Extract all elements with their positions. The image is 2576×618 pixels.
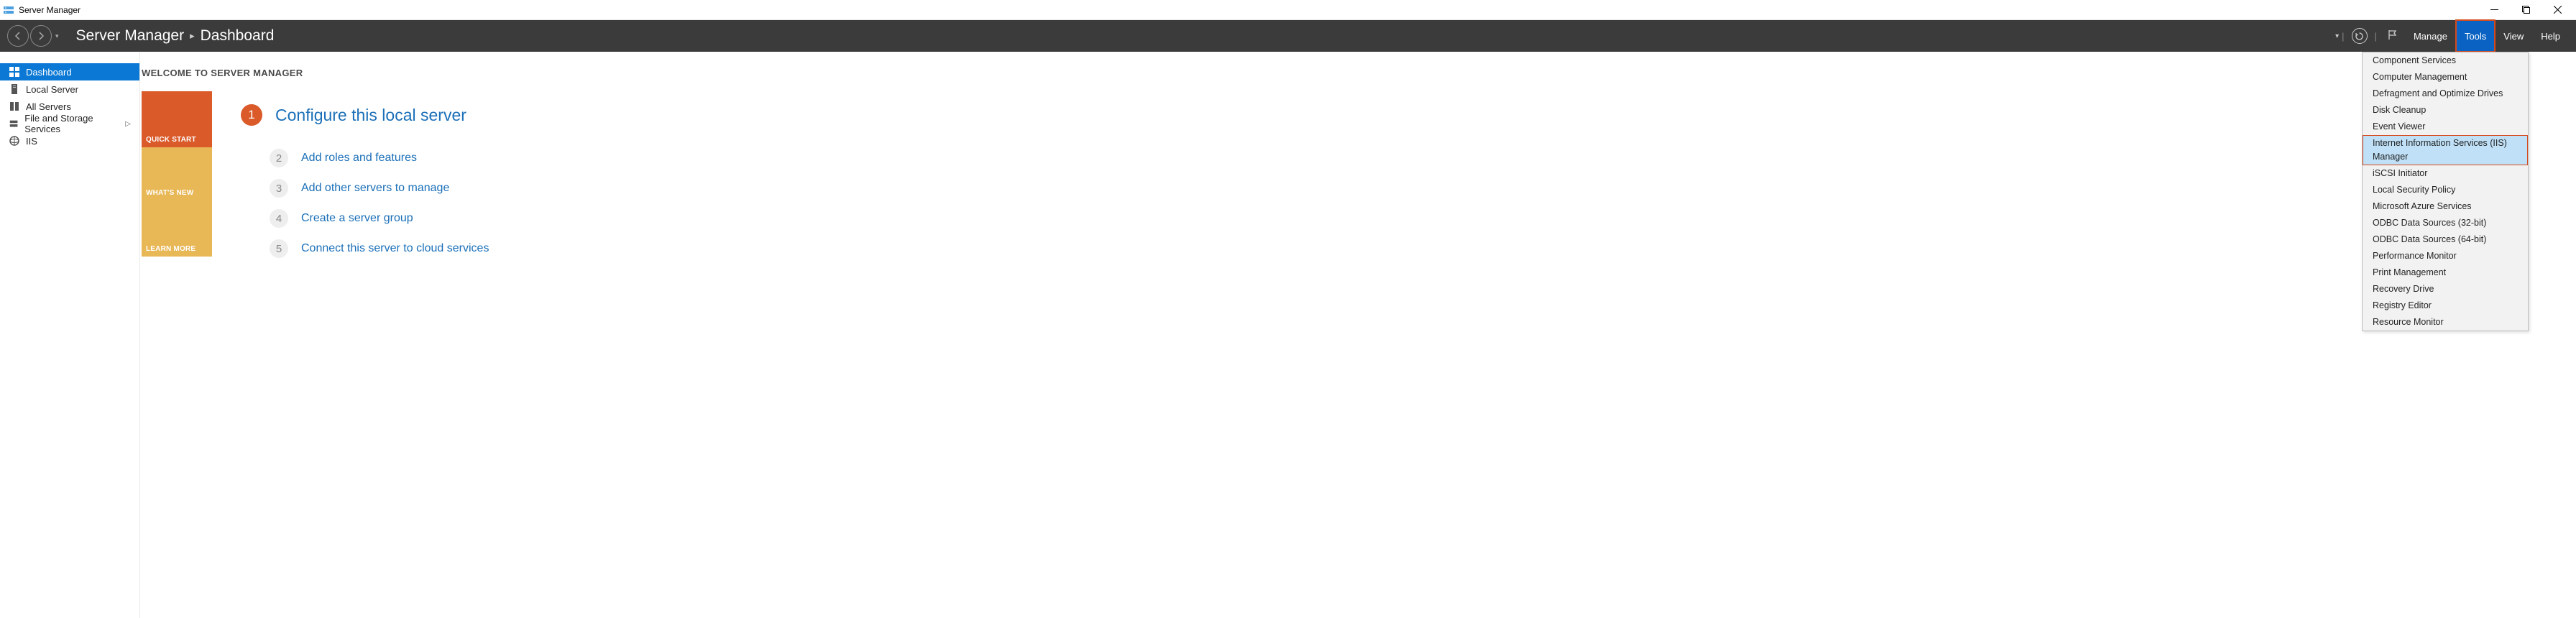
tools-dropdown-menu: Component ServicesComputer ManagementDef… xyxy=(2362,52,2529,331)
main-content: WELCOME TO SERVER MANAGER QUICK START WH… xyxy=(140,52,2576,618)
quick-start-card: QUICK START WHAT'S NEW LEARN MORE 1 Conf… xyxy=(142,91,2576,282)
maximize-button[interactable] xyxy=(2510,0,2542,20)
step-cloud-services[interactable]: 5 Connect this server to cloud services xyxy=(241,239,2547,258)
step-number: 1 xyxy=(241,104,262,126)
sidebar-item-dashboard[interactable]: Dashboard xyxy=(0,63,139,80)
step-number: 3 xyxy=(270,179,288,198)
step-server-group[interactable]: 4 Create a server group xyxy=(241,209,2547,228)
refresh-icon xyxy=(2352,28,2368,44)
window-title: Server Manager xyxy=(19,5,2478,15)
tools-menu-item[interactable]: Computer Management xyxy=(2363,69,2528,86)
forward-button[interactable] xyxy=(30,25,52,47)
tools-menu-item[interactable]: Internet Information Services (IIS) Mana… xyxy=(2363,135,2528,165)
window-controls xyxy=(2478,0,2573,20)
nav-dropdown-icon[interactable]: ▾ xyxy=(55,32,59,40)
help-menu[interactable]: Help xyxy=(2532,20,2569,52)
back-button[interactable] xyxy=(7,25,29,47)
step-text: Add other servers to manage xyxy=(301,182,449,195)
tools-menu-button[interactable]: Tools xyxy=(2456,20,2495,52)
tools-menu-item[interactable]: Disk Cleanup xyxy=(2363,102,2528,119)
step-add-roles[interactable]: 2 Add roles and features xyxy=(241,149,2547,167)
nav-arrows: ▾ xyxy=(7,25,59,47)
manage-menu[interactable]: Manage xyxy=(2405,20,2456,52)
expand-icon: ▷ xyxy=(125,120,131,128)
server-icon xyxy=(9,83,20,95)
tools-menu-item[interactable]: Print Management xyxy=(2363,264,2528,281)
tile-learn-more[interactable]: LEARN MORE xyxy=(142,200,212,257)
step-add-servers[interactable]: 3 Add other servers to manage xyxy=(241,179,2547,198)
tile-column: QUICK START WHAT'S NEW LEARN MORE xyxy=(142,91,212,282)
breadcrumb: Server Manager ▸ Dashboard xyxy=(76,27,275,45)
breadcrumb-root[interactable]: Server Manager xyxy=(76,27,185,45)
dashboard-icon xyxy=(9,66,20,78)
tools-menu-item[interactable]: Resource Monitor xyxy=(2363,314,2528,331)
breadcrumb-separator-icon: ▸ xyxy=(190,30,195,42)
server-manager-icon xyxy=(3,4,14,16)
sidebar-item-label: Local Server xyxy=(26,84,78,95)
tools-menu-item[interactable]: ODBC Data Sources (64-bit) xyxy=(2363,231,2528,248)
flag-icon xyxy=(2387,29,2398,42)
notifications-button[interactable] xyxy=(2380,20,2405,52)
tools-menu-item[interactable]: Local Security Policy xyxy=(2363,182,2528,198)
step-configure-server[interactable]: 1 Configure this local server xyxy=(241,104,2547,126)
header-separator: | xyxy=(2339,31,2347,42)
step-text: Configure this local server xyxy=(275,106,466,125)
step-text: Add roles and features xyxy=(301,152,417,165)
storage-icon xyxy=(9,118,19,129)
header-separator-2: | xyxy=(2372,31,2380,42)
sidebar-item-label: File and Storage Services xyxy=(24,113,119,134)
sidebar-item-label: Dashboard xyxy=(26,67,72,78)
view-menu[interactable]: View xyxy=(2495,20,2532,52)
step-text: Connect this server to cloud services xyxy=(301,242,489,255)
step-number: 2 xyxy=(270,149,288,167)
minimize-button[interactable] xyxy=(2478,0,2510,20)
tools-menu-item[interactable]: ODBC Data Sources (32-bit) xyxy=(2363,215,2528,231)
tools-menu-item[interactable]: Component Services xyxy=(2363,52,2528,69)
sidebar-item-local-server[interactable]: Local Server xyxy=(0,80,139,98)
tools-menu-item[interactable]: Recovery Drive xyxy=(2363,281,2528,298)
iis-icon xyxy=(9,135,20,147)
header-bar: ▾ Server Manager ▸ Dashboard ▾ | | Manag… xyxy=(0,20,2576,52)
tools-menu-item[interactable]: Registry Editor xyxy=(2363,298,2528,314)
refresh-button[interactable] xyxy=(2347,20,2372,52)
tile-quick-start[interactable]: QUICK START xyxy=(142,91,212,147)
close-button[interactable] xyxy=(2542,0,2573,20)
tools-menu-item[interactable]: Event Viewer xyxy=(2363,119,2528,135)
sidebar-item-label: All Servers xyxy=(26,101,71,112)
tools-menu-item[interactable]: Microsoft Azure Services xyxy=(2363,198,2528,215)
step-number: 4 xyxy=(270,209,288,228)
sidebar: Dashboard Local Server All Servers File … xyxy=(0,52,140,618)
servers-icon xyxy=(9,101,20,112)
breadcrumb-page: Dashboard xyxy=(201,27,275,45)
step-text: Create a server group xyxy=(301,212,413,225)
sidebar-item-file-storage[interactable]: File and Storage Services ▷ xyxy=(0,115,139,132)
tile-whats-new[interactable]: WHAT'S NEW xyxy=(142,147,212,200)
sidebar-item-label: IIS xyxy=(26,136,37,147)
sidebar-item-iis[interactable]: IIS xyxy=(0,132,139,149)
header-menu: ▾ | | Manage Tools View Help xyxy=(2333,20,2569,52)
step-number: 5 xyxy=(270,239,288,258)
tools-menu-item[interactable]: Performance Monitor xyxy=(2363,248,2528,264)
welcome-heading: WELCOME TO SERVER MANAGER xyxy=(142,68,2576,78)
steps-panel: 1 Configure this local server 2 Add role… xyxy=(212,91,2576,282)
tools-menu-item[interactable]: Defragment and Optimize Drives xyxy=(2363,86,2528,102)
tools-menu-item[interactable]: iSCSI Initiator xyxy=(2363,165,2528,182)
titlebar: Server Manager xyxy=(0,0,2576,20)
